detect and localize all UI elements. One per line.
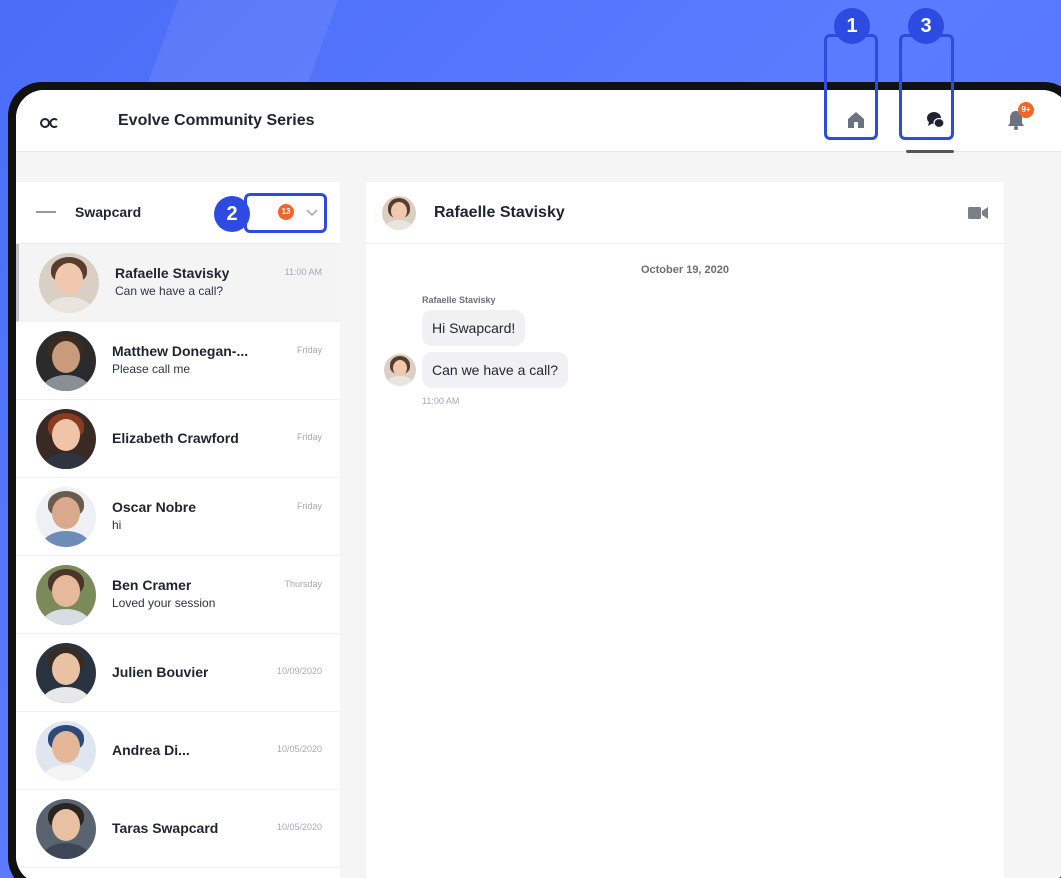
avatar[interactable] bbox=[382, 196, 416, 230]
avatar bbox=[36, 643, 96, 703]
chat-panel: Rafaelle Stavisky October 19, 2020 Rafae… bbox=[366, 182, 1004, 878]
app-logo-icon bbox=[40, 118, 58, 128]
conversation-preview: Please call me bbox=[112, 362, 191, 376]
conversation-list: Rafaelle Stavisky Can we have a call? 11… bbox=[16, 244, 340, 868]
conversation-time: Friday bbox=[296, 345, 322, 355]
conversation-item[interactable]: Rafaelle Stavisky Can we have a call? 11… bbox=[16, 244, 340, 322]
device-frame: Evolve Community Series 9+ Swapcard 13 R… bbox=[8, 82, 1061, 878]
app-title: Evolve Community Series bbox=[118, 112, 315, 129]
conversation-name: Julien Bouvier bbox=[112, 664, 209, 680]
conversation-item[interactable]: Matthew Donegan-... Please call me Frida… bbox=[16, 322, 340, 400]
message-sender: Rafaelle Stavisky bbox=[422, 295, 496, 305]
conversation-preview: Can we have a call? bbox=[115, 284, 224, 298]
conversation-time: Friday bbox=[296, 501, 322, 511]
notification-badge: 9+ bbox=[1018, 102, 1034, 118]
step-badge: 2 bbox=[214, 196, 250, 232]
conversation-item[interactable]: Elizabeth Crawford Friday bbox=[16, 400, 340, 478]
conversation-name: Elizabeth Crawford bbox=[112, 430, 239, 446]
avatar bbox=[36, 409, 96, 469]
conversation-time: Thursday bbox=[284, 579, 322, 589]
conversation-name: Rafaelle Stavisky bbox=[115, 265, 230, 281]
conversation-preview: Loved your session bbox=[112, 596, 216, 610]
conversation-item[interactable]: Julien Bouvier 10/09/2020 bbox=[16, 634, 340, 712]
org-name: Swapcard bbox=[75, 204, 142, 220]
step-badge: 1 bbox=[834, 8, 870, 44]
step-badge: 3 bbox=[908, 8, 944, 44]
conversation-time: 10/05/2020 bbox=[276, 822, 322, 832]
date-separator: October 19, 2020 bbox=[640, 264, 730, 276]
conversation-time: 10/09/2020 bbox=[276, 666, 322, 676]
message-bubble: Hi Swapcard! bbox=[422, 310, 526, 346]
chat-contact-name[interactable]: Rafaelle Stavisky bbox=[434, 204, 565, 222]
conversation-sidebar: Swapcard 13 Rafaelle Stavisky Can we hav… bbox=[16, 182, 340, 878]
chat-header: Rafaelle Stavisky bbox=[366, 182, 1004, 244]
org-logo bbox=[36, 211, 56, 213]
callout-chat-highlight bbox=[899, 34, 954, 140]
app-screen: Evolve Community Series 9+ Swapcard 13 R… bbox=[16, 90, 1061, 878]
callout-home-highlight bbox=[824, 34, 878, 140]
conversation-item[interactable]: Taras Swapcard 10/05/2020 bbox=[16, 790, 340, 868]
avatar bbox=[384, 354, 416, 386]
conversation-name: Matthew Donegan-... bbox=[112, 343, 249, 359]
message-bubble: Can we have a call? bbox=[422, 352, 569, 388]
conversation-time: 11:00 AM bbox=[284, 267, 322, 277]
avatar bbox=[36, 799, 96, 859]
conversation-name: Andrea Di... bbox=[112, 742, 190, 758]
conversation-preview: hi bbox=[112, 518, 122, 532]
conversation-name: Taras Swapcard bbox=[112, 820, 219, 836]
message-time: 11:00 AM bbox=[422, 396, 460, 406]
conversation-item[interactable]: Ben Cramer Loved your session Thursday bbox=[16, 556, 340, 634]
avatar bbox=[39, 253, 99, 313]
conversation-item[interactable]: Andrea Di... 10/05/2020 bbox=[16, 712, 340, 790]
callout-unread-highlight bbox=[244, 193, 327, 233]
conversation-name: Oscar Nobre bbox=[112, 499, 197, 515]
conversation-time: Friday bbox=[296, 432, 322, 442]
avatar bbox=[36, 331, 96, 391]
avatar bbox=[36, 487, 96, 547]
conversation-name: Ben Cramer bbox=[112, 577, 192, 593]
conversation-item[interactable]: Oscar Nobre hi Friday bbox=[16, 478, 340, 556]
conversation-time: 10/05/2020 bbox=[276, 744, 322, 754]
active-tab-indicator bbox=[906, 150, 954, 153]
video-call-icon[interactable] bbox=[968, 206, 988, 220]
avatar bbox=[36, 721, 96, 781]
avatar bbox=[36, 565, 96, 625]
